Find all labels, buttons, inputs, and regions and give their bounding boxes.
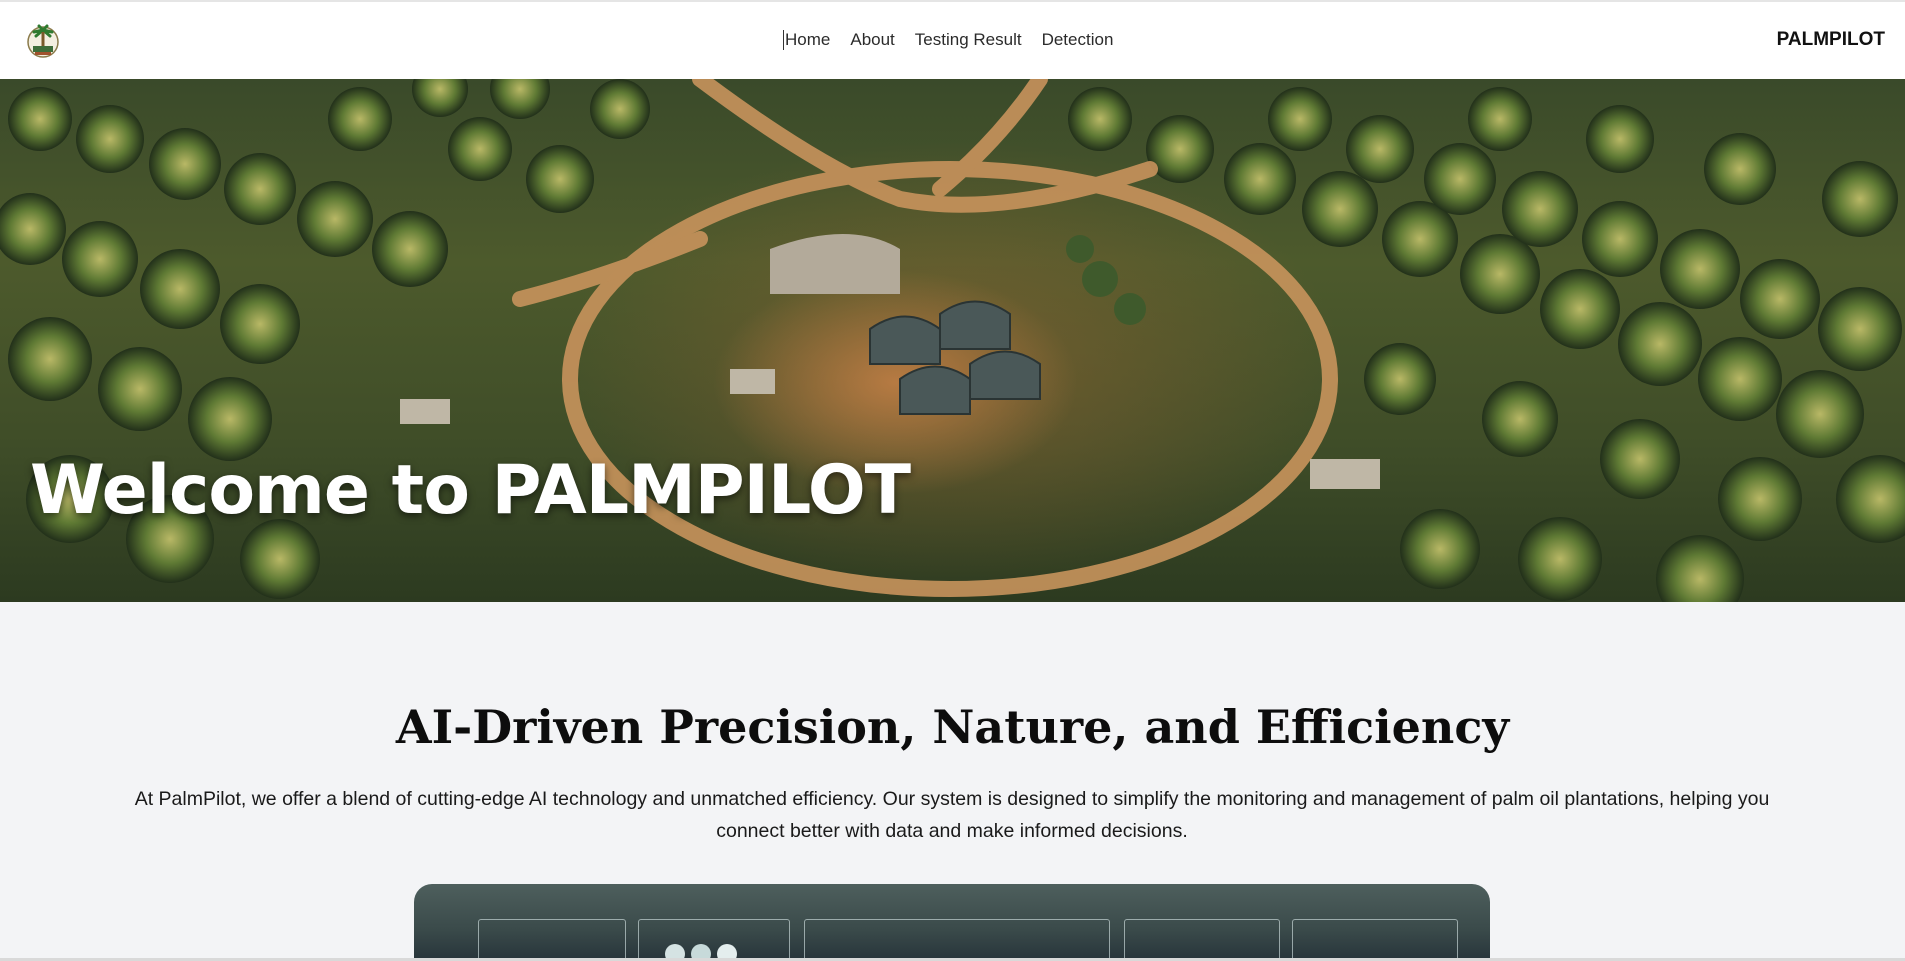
preview-panel	[478, 919, 626, 961]
nav-testing-result-link[interactable]: Testing Result	[915, 30, 1022, 50]
nav-about-link[interactable]: About	[850, 30, 894, 50]
preview-panel	[638, 919, 790, 961]
brand-name[interactable]: PALMPILOT	[1777, 29, 1885, 51]
hero-banner: Welcome to PALMPILOT	[0, 79, 1905, 602]
top-navbar: Home About Testing Result Detection PALM…	[0, 0, 1905, 79]
palm-tree-logo-icon[interactable]	[26, 22, 60, 60]
preview-panel	[1292, 919, 1458, 961]
preview-panel	[1124, 919, 1280, 961]
hero-title: Welcome to PALMPILOT	[30, 451, 911, 530]
preview-panel	[804, 919, 1110, 961]
section-description: At PalmPilot, we offer a blend of cuttin…	[134, 788, 1770, 842]
nav-detection-link[interactable]: Detection	[1042, 30, 1114, 50]
main-nav: Home About Testing Result Detection	[783, 30, 1133, 50]
dashboard-preview-image	[414, 884, 1490, 961]
nav-home-link[interactable]: Home	[783, 30, 830, 50]
section-title: AI-Driven Precision, Nature, and Efficie…	[395, 700, 1510, 754]
